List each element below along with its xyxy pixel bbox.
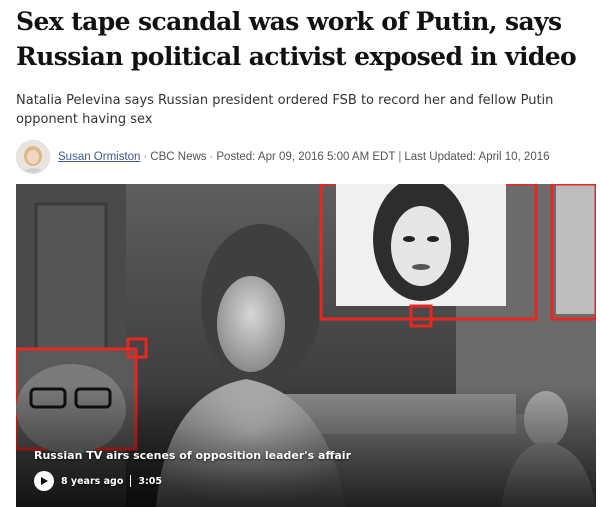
play-button[interactable] bbox=[34, 471, 54, 491]
byline-dot: · bbox=[143, 151, 148, 163]
byline-divider: | bbox=[398, 151, 402, 163]
video-age: 8 years ago bbox=[61, 475, 124, 487]
video-player[interactable]: Russian TV airs scenes of opposition lea… bbox=[16, 184, 596, 507]
article-headline: Sex tape scandal was work of Putin, says… bbox=[16, 7, 577, 71]
byline-dot: · bbox=[209, 151, 214, 163]
author-avatar[interactable] bbox=[16, 140, 50, 174]
article-subhead: Natalia Pelevina says Russian president … bbox=[16, 93, 554, 127]
play-icon bbox=[41, 477, 48, 485]
byline-updated: Last Updated: April 10, 2016 bbox=[404, 151, 550, 163]
byline-posted: Posted: Apr 09, 2016 5:00 AM EDT bbox=[216, 151, 396, 163]
video-title[interactable]: Russian TV airs scenes of opposition lea… bbox=[34, 449, 351, 462]
video-duration: 3:05 bbox=[138, 475, 162, 487]
author-link[interactable]: Susan Ormiston bbox=[58, 151, 140, 163]
byline: Susan Ormiston · CBC News · Posted: Apr … bbox=[16, 140, 550, 174]
video-meta: 8 years ago 3:05 bbox=[34, 471, 162, 491]
meta-divider bbox=[130, 475, 132, 487]
byline-source: CBC News bbox=[150, 151, 207, 163]
